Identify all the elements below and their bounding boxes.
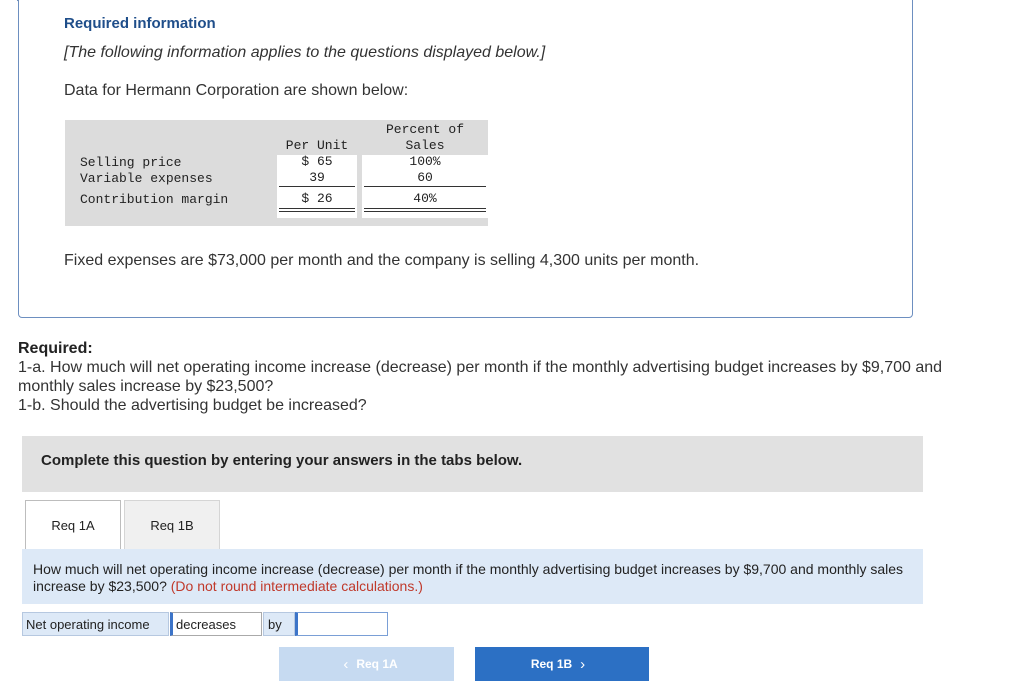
col-header-per-unit: Per Unit [285,138,349,153]
chevron-left-icon: ‹ [343,655,349,673]
increase-decrease-select[interactable]: decreases [170,612,262,636]
variable-expenses-per-unit: 39 [309,170,325,185]
contribution-margin-percent: 40% [413,191,437,206]
question-1a-text: 1-a. How much will net operating income … [18,359,943,395]
question-note: (Do not round intermediate calculations.… [170,578,423,594]
prev-button-label: Req 1A [356,657,398,671]
col-header-percent-line1: Percent of [385,122,464,137]
required-heading: Required: [18,340,93,357]
contribution-margin-per-unit: $ 26 [301,191,333,206]
col-header-percent-line2: Sales [405,138,445,153]
instructions-bar: Complete this question by entering your … [22,436,923,492]
bracket-note: [The following information applies to th… [64,44,546,61]
chevron-right-icon: › [580,655,586,673]
answer-label: Net operating income [22,612,169,636]
double-underline-per-unit-b [279,211,355,212]
selling-price-per-unit: $ 65 [301,154,333,169]
question-1b-text: 1-b. Should the advertising budget be in… [18,397,367,414]
amount-input[interactable] [295,612,388,636]
double-underline-percent-b [364,211,486,212]
tab-req-1b[interactable]: Req 1B [124,500,220,549]
row-label-selling-price: Selling price [80,155,182,170]
tab-req-1a-label: Req 1A [51,517,95,533]
required-section: Required: 1-a. How much will net operati… [18,339,978,415]
fixed-expenses-text: Fixed expenses are $73,000 per month and… [64,252,700,269]
data-intro: Data for Hermann Corporation are shown b… [64,82,409,99]
question-content: How much will net operating income incre… [33,561,913,595]
contribution-table: Percent of Per Unit Sales Selling price … [65,120,488,226]
required-information-heading: Required information [64,15,216,32]
tab-req-1a[interactable]: Req 1A [25,500,121,549]
question-panel: How much will net operating income incre… [22,549,923,604]
underline-percent [364,186,486,187]
next-req-1b-button[interactable]: Req 1B › [475,647,649,681]
prev-req-1a-button[interactable]: ‹ Req 1A [279,647,454,681]
double-underline-percent-a [364,208,486,209]
row-label-contribution-margin: Contribution margin [80,192,229,207]
next-button-label: Req 1B [530,657,573,671]
underline-per-unit [279,186,355,187]
answer-by-label: by [263,612,295,636]
instructions-text: Complete this question by entering your … [41,452,523,469]
double-underline-per-unit-a [279,208,355,209]
row-label-variable-expenses: Variable expenses [80,171,213,186]
selling-price-percent: 100% [409,154,441,169]
question-text: How much will net operating income incre… [33,561,904,594]
variable-expenses-percent: 60 [417,170,433,185]
tab-req-1b-label: Req 1B [150,517,194,533]
